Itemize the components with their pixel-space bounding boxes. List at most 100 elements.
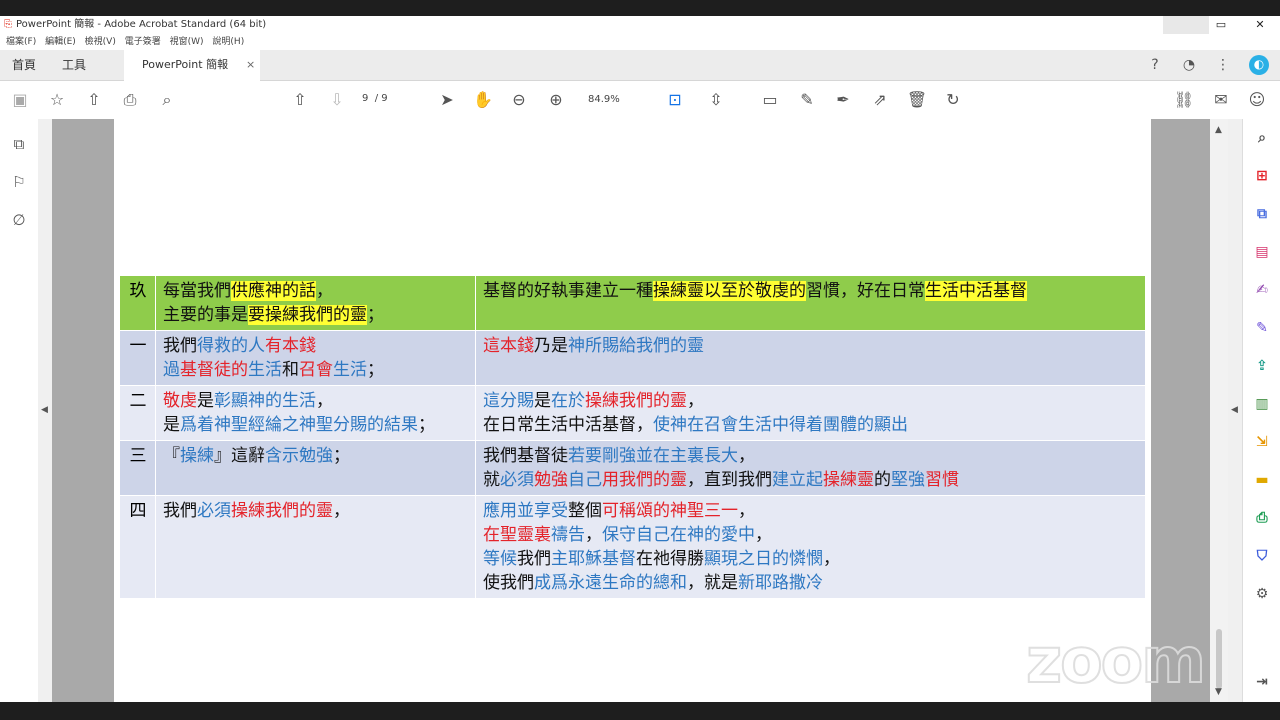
text-segment: 操練靈以至於敬虔的	[653, 281, 806, 301]
expand-panel-icon[interactable]: ⇥	[1251, 671, 1273, 693]
close-window-button[interactable]: ✕	[1237, 16, 1280, 34]
bookmark-icon[interactable]: ⚐	[8, 171, 30, 193]
window-title: PowerPoint 簡報 - Adobe Acrobat Standard (…	[16, 19, 267, 30]
text-segment: 習慣	[925, 470, 959, 490]
zoom-out-icon[interactable]: ⊖	[508, 89, 530, 111]
comment-icon[interactable]: ▭	[759, 89, 781, 111]
text-segment: 必須	[197, 501, 231, 521]
table-header-row: 玖 每當我們供應神的話， 主要的事是要操練我們的靈； 基督的好執事建立一種操練靈以…	[119, 275, 1146, 331]
right-tools-panel: ⌕ ⊞ ⧉ ▤ ✍ ✎ ⇪ ▥ ⇲ ▬ ⎙ ⛉ ⚙ ⇥	[1242, 119, 1280, 702]
print-production-icon[interactable]: ⎙	[1251, 507, 1273, 529]
text-segment: 和	[282, 360, 299, 380]
hand-tool-icon[interactable]: ✋	[472, 89, 494, 111]
next-page-icon[interactable]: ⇩	[326, 89, 348, 111]
menu-esign[interactable]: 電子簽署	[125, 34, 161, 50]
text-segment: 成爲永遠生命的總和	[534, 573, 687, 593]
text-segment: 我們基督徒	[483, 446, 568, 466]
cell-line: 我們必須操練我們的靈，	[163, 499, 469, 523]
cell-line: 這分賜是在於操練我們的靈，	[483, 389, 1139, 413]
menu-window[interactable]: 視窗(W)	[170, 34, 204, 50]
search-icon[interactable]: ⌕	[156, 89, 178, 111]
edit-pdf-icon[interactable]: ✎	[1251, 317, 1273, 339]
left-cell: 『操練』這辭含示勉強；	[155, 440, 476, 496]
highlight-pen-icon[interactable]: ✎	[796, 89, 818, 111]
zoom-in-icon[interactable]: ⊕	[545, 89, 567, 111]
menu-edit[interactable]: 編輯(E)	[45, 34, 76, 50]
comment-tool-icon[interactable]: ▬	[1251, 469, 1273, 491]
row-number: 二	[119, 385, 156, 441]
account-icon[interactable]: ◐	[1249, 55, 1269, 75]
menu-file[interactable]: 檔案(F)	[6, 34, 36, 50]
export-pdf-icon[interactable]: ⇪	[1251, 355, 1273, 377]
scroll-up-icon[interactable]: ▲	[1215, 125, 1222, 135]
zoom-search-icon[interactable]: ⌕	[1251, 127, 1273, 149]
row-number: 四	[119, 495, 156, 599]
trash-icon[interactable]: 🗑	[906, 89, 928, 111]
right-cell: 應用並享受整個可稱頌的神聖三一， 在聖靈裏禱告，保守自己在神的愛中， 等候我們主耶穌…	[475, 495, 1146, 599]
text-segment: ，	[738, 446, 755, 466]
more-tools-icon[interactable]: ⚙	[1251, 583, 1273, 605]
tab-home[interactable]: 首頁	[12, 50, 36, 80]
create-pdf-icon[interactable]: ⊞	[1251, 165, 1273, 187]
rotate-icon[interactable]: ↻	[942, 89, 964, 111]
cell-line: 應用並享受整個可稱頌的神聖三一，	[483, 499, 1139, 523]
text-segment: 保守自己在神的愛中	[602, 525, 755, 545]
right-collapse-strip[interactable]: ◀	[1228, 119, 1242, 702]
text-segment: 乃是	[534, 336, 568, 356]
export-icon[interactable]: ⇗	[869, 89, 891, 111]
table-row: 一 我們得救的人有本錢 過基督徒的生活和召會生活； 這本錢乃是神所賜給我們的靈	[119, 330, 1146, 386]
email-icon[interactable]: ✉	[1210, 89, 1232, 111]
left-collapse-strip[interactable]: ◀	[38, 119, 52, 702]
text-segment: 這本錢	[483, 336, 534, 356]
apps-grid-icon[interactable]: ⋮	[1214, 56, 1232, 74]
send-review-icon[interactable]: ⇲	[1251, 431, 1273, 453]
row-number: 一	[119, 330, 156, 386]
zoom-level[interactable]: 84.9%	[588, 94, 620, 105]
fill-sign-icon[interactable]: ✍	[1251, 279, 1273, 301]
scroll-mode-icon[interactable]: ⇳	[705, 89, 727, 111]
text-segment: 的	[874, 470, 891, 490]
print-icon[interactable]: ⎙	[119, 89, 141, 111]
cell-line: 過基督徒的生活和召會生活；	[163, 358, 469, 382]
link-icon[interactable]: ⛓	[1173, 89, 1195, 111]
scroll-down-icon[interactable]: ▼	[1215, 687, 1222, 697]
select-pointer-icon[interactable]: ➤	[436, 89, 458, 111]
organize-pages-icon[interactable]: ▤	[1251, 241, 1273, 263]
right-cell: 這分賜是在於操練我們的靈， 在日常生活中活基督，使神在召會生活中得着團體的顯出	[475, 385, 1146, 441]
vertical-scrollbar[interactable]: ▲ ▼	[1210, 119, 1228, 702]
collapse-left-icon[interactable]: ◀	[41, 405, 48, 415]
text-segment: 是	[197, 391, 214, 411]
help-icon[interactable]: ?	[1146, 56, 1164, 74]
scroll-thumb[interactable]	[1216, 629, 1222, 689]
upload-icon[interactable]: ⇧	[83, 89, 105, 111]
tab-document[interactable]: PowerPoint 簡報 ×	[124, 50, 260, 81]
sign-icon[interactable]: ✒	[832, 89, 854, 111]
text-segment: ；	[367, 360, 384, 380]
restore-icon: ▭	[1215, 18, 1227, 31]
page-current[interactable]: 9	[362, 93, 368, 104]
compress-icon[interactable]: ▥	[1251, 393, 1273, 415]
collapse-right-icon[interactable]: ◀	[1231, 405, 1238, 415]
save-icon[interactable]: ▣	[9, 89, 31, 111]
attachment-icon[interactable]: ∅	[8, 209, 30, 231]
bell-icon[interactable]: ◔	[1180, 56, 1198, 74]
page-indicator[interactable]: 9 / 9	[362, 93, 388, 104]
share-user-icon[interactable]: ☺	[1246, 89, 1268, 111]
bottom-black-bar	[0, 702, 1280, 720]
tab-tools[interactable]: 工具	[62, 50, 86, 80]
combine-files-icon[interactable]: ⧉	[1251, 203, 1273, 225]
text-segment: 基督的好執事建立一種	[483, 281, 653, 301]
close-icon: ✕	[1255, 18, 1265, 31]
prev-page-icon[interactable]: ⇧	[289, 89, 311, 111]
protect-shield-icon[interactable]: ⛉	[1251, 545, 1273, 567]
header-left-cell: 每當我們供應神的話， 主要的事是要操練我們的靈；	[155, 275, 476, 331]
menu-help[interactable]: 說明(H)	[212, 34, 244, 50]
menu-view[interactable]: 檢視(V)	[85, 34, 116, 50]
text-segment: ，	[755, 525, 772, 545]
star-icon[interactable]: ☆	[46, 89, 68, 111]
text-segment: 在於	[551, 391, 585, 411]
fit-page-icon[interactable]: ⊡	[664, 89, 686, 111]
close-tab-icon[interactable]: ×	[246, 50, 255, 80]
pages-thumbnail-icon[interactable]: ⧉	[8, 133, 30, 155]
table-row: 三 『操練』這辭含示勉強； 我們基督徒若要剛強並在主裏長大， 就必須勉強自己用我們…	[119, 440, 1146, 496]
